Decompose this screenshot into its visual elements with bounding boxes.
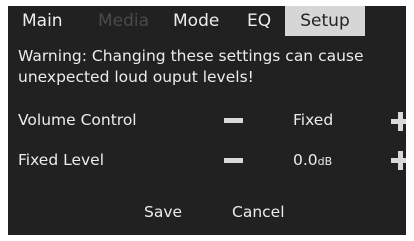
save-button[interactable]: Save <box>144 203 182 221</box>
fixed-level-number: 0.0 <box>293 151 318 169</box>
fixed-level-decrease-button[interactable] <box>224 158 243 163</box>
fixed-level-unit: dB <box>317 155 333 168</box>
tab-bar: Main Media Mode EQ Setup <box>8 6 406 36</box>
warning-message: Warning: Changing these settings can cau… <box>18 47 364 86</box>
tab-eq[interactable]: EQ <box>247 6 271 36</box>
cancel-button[interactable]: Cancel <box>232 203 285 221</box>
tab-main[interactable]: Main <box>22 6 63 36</box>
volume-control-value: Fixed <box>293 111 334 129</box>
device-frame: Main Media Mode EQ Setup Warning: Changi… <box>0 0 414 241</box>
volume-control-increase-button[interactable] <box>391 112 406 131</box>
fixed-level-value: 0.0dB <box>293 151 332 169</box>
tab-setup[interactable]: Setup <box>285 6 365 36</box>
tab-media: Media <box>98 11 150 31</box>
fixed-level-label: Fixed Level <box>18 151 105 169</box>
volume-control-decrease-button[interactable] <box>224 118 243 123</box>
tab-mode[interactable]: Mode <box>173 6 219 36</box>
setup-screen: Main Media Mode EQ Setup Warning: Changi… <box>8 6 406 235</box>
fixed-level-increase-button[interactable] <box>391 151 406 170</box>
volume-control-label: Volume Control <box>18 111 137 129</box>
